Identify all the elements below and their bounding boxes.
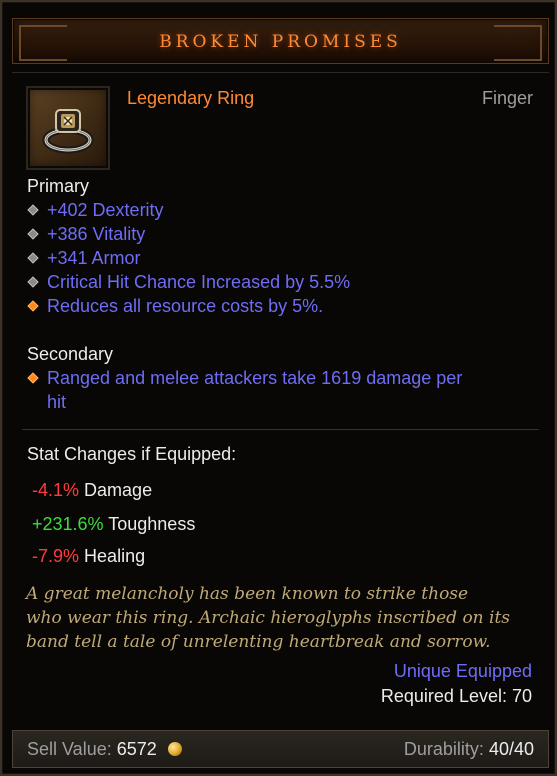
stat-change-value: -7.9% — [32, 546, 80, 566]
unique-equipped: Unique Equipped — [393, 661, 532, 681]
secondary-label: Secondary — [27, 344, 114, 364]
flavor-line: band tell a tale of unrelenting heartbre… — [26, 632, 491, 652]
item-slot: Finger — [481, 88, 533, 108]
stat-change-value: +231.6% — [32, 514, 104, 534]
primary-stat: +386 Vitality — [47, 224, 146, 244]
sell-value: Sell Value: 6572 — [27, 739, 182, 760]
sell-label: Sell Value: — [27, 739, 112, 759]
stat-change-row: -4.1% Damage — [32, 480, 152, 501]
stat-changes-label: Stat Changes if Equipped: — [27, 444, 237, 464]
flavor-line: who wear this ring. Archaic hieroglyphs … — [26, 608, 511, 628]
durability: Durability: 40/40 — [404, 739, 534, 760]
item-header: BROKEN PROMISES — [12, 18, 549, 64]
secondary-stat: Ranged and melee attackers take 1619 dam… — [47, 368, 463, 388]
gold-coin-icon — [167, 742, 182, 756]
stat-change-row: -7.9% Healing — [32, 546, 145, 567]
stat-change-row: +231.6% Toughness — [32, 514, 195, 535]
item-name: BROKEN PROMISES — [159, 32, 402, 52]
flavor-line: A great melancholy has been known to str… — [26, 584, 469, 604]
sell-amount: 6572 — [116, 739, 157, 759]
stat-change-value: -4.1% — [32, 480, 80, 500]
stat-change-name: Damage — [84, 480, 153, 500]
durability-value: 40/40 — [488, 739, 534, 759]
tooltip-footer: Sell Value: 6572 Durability: 40/40 — [12, 730, 549, 768]
durability-label: Durability: — [403, 739, 484, 759]
primary-stat: +402 Dexterity — [47, 200, 164, 220]
stat-change-name: Healing — [84, 546, 146, 566]
primary-stat: Critical Hit Chance Increased by 5.5% — [47, 272, 351, 292]
required-level: Required Level: 70 — [380, 686, 532, 706]
primary-label: Primary — [27, 176, 89, 196]
primary-stat: +341 Armor — [47, 248, 141, 268]
item-tooltip: BROKEN PROMISES Legendary Ring Finger Pr… — [0, 0, 557, 776]
item-type: Legendary Ring — [127, 88, 255, 108]
flavor-text: A great melancholy has been known to str… — [26, 582, 536, 654]
divider — [22, 429, 539, 430]
stat-change-name: Toughness — [108, 514, 196, 534]
item-icon-frame — [26, 86, 110, 170]
primary-stat-legendary: Reduces all resource costs by 5%. — [47, 296, 324, 316]
secondary-stat-cont: hit — [47, 392, 67, 412]
ring-icon — [42, 109, 94, 154]
